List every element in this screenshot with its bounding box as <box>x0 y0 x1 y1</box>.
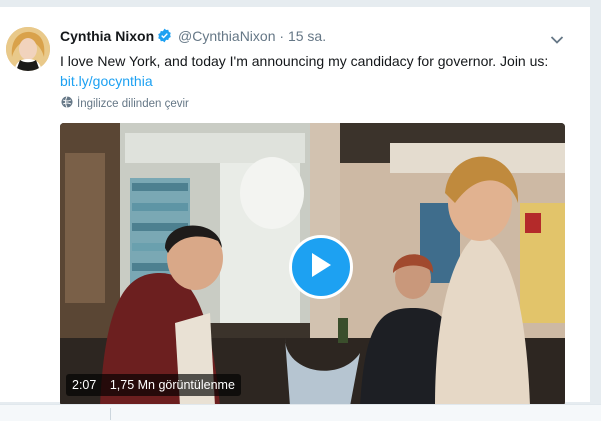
tweet-card[interactable]: Cynthia Nixon @CynthiaNixon · 15 sa. I l… <box>0 6 590 406</box>
author-name[interactable]: Cynthia Nixon <box>60 28 154 44</box>
tweet-body: I love New York, and today I'm announcin… <box>60 53 549 69</box>
next-tweet-edge <box>0 404 601 421</box>
translate-button[interactable]: İngilizce dilinden çevir <box>61 96 189 111</box>
tweet-text: I love New York, and today I'm announcin… <box>60 51 570 91</box>
author-handle[interactable]: @CynthiaNixon <box>178 28 275 44</box>
chevron-down-icon[interactable] <box>550 32 564 50</box>
translate-label: İngilizce dilinden çevir <box>77 97 189 110</box>
video-duration: 2:07 <box>72 378 97 392</box>
play-icon <box>309 251 333 284</box>
video-views: 1,75 Mn görüntülenme <box>109 378 235 392</box>
video-player[interactable]: 2:07 1,75 Mn görüntülenme <box>60 123 565 406</box>
separator-dot: · <box>279 28 285 44</box>
play-button[interactable] <box>289 235 353 299</box>
video-info-overlay: 2:07 1,75 Mn görüntülenme <box>66 374 241 396</box>
verified-badge-icon <box>157 28 172 46</box>
tweet-header: Cynthia Nixon @CynthiaNixon · 15 sa. <box>60 28 326 46</box>
avatar[interactable] <box>6 27 50 71</box>
divider <box>110 408 111 420</box>
tweet-timestamp[interactable]: 15 sa. <box>288 28 326 44</box>
tweet-link[interactable]: bit.ly/gocynthia <box>60 73 153 89</box>
globe-icon <box>61 96 73 111</box>
page-background-strip <box>590 0 601 420</box>
